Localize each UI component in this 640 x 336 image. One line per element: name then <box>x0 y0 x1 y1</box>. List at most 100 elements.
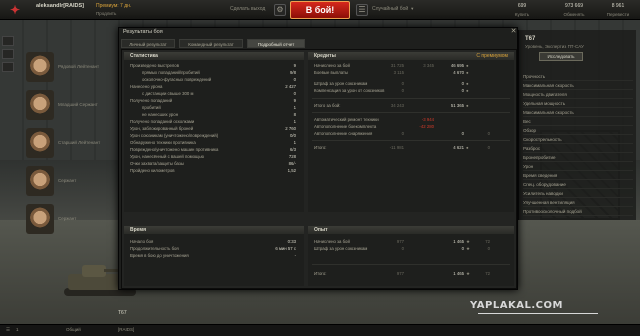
time-panel: Время Начало боя 0:33 Продолжительность б… <box>124 226 304 286</box>
time-label: Время в бою до уничтожения <box>130 253 189 258</box>
credit-label: Автопополнение боекомплекта <box>314 124 377 129</box>
premium-extend-link[interactable]: Продлить <box>96 11 116 16</box>
stat-value: 9/8 <box>290 70 296 75</box>
stat-row: Пройдено километров 1,52 <box>124 167 304 174</box>
crew-portrait <box>26 90 54 120</box>
characteristic-item: Мощность двигателя <box>523 90 633 99</box>
crew-member[interactable]: Рядовой Лейтенант <box>24 50 108 84</box>
crew-role: Сержант <box>58 216 77 221</box>
credit-coin-icon: ● <box>466 88 469 93</box>
free-xp-resource[interactable]: 8 961 Перевести <box>598 3 638 17</box>
credit-row: Автопополнение снаряжения 0 0 0 <box>308 130 514 137</box>
crew-member[interactable]: Сержант <box>24 202 108 236</box>
stat-label: Произведено выстрелов <box>130 63 179 68</box>
characteristic-item: Противоосколочный подбой <box>523 207 633 216</box>
credit-row: Итого: -11 981 4 621 ● 0 <box>308 144 514 151</box>
research-button[interactable]: Исследовать <box>539 52 583 61</box>
close-icon[interactable]: ✕ <box>509 28 518 36</box>
watermark-underline <box>478 313 598 314</box>
players-count[interactable]: 1 <box>16 327 19 332</box>
stat-value: 2 427 <box>285 84 296 89</box>
stat-row: Получено попаданий 9 <box>124 97 304 104</box>
battle-mode-select[interactable]: Случайный бой ▼ <box>372 6 414 12</box>
time-row: Продолжительность боя 6 мин 57 с <box>124 245 304 252</box>
clan-channel[interactable]: [RAIDS] <box>118 327 134 332</box>
stat-value: 0 <box>293 77 296 82</box>
bottom-bar: ☰ 1 Общий [RAIDS] <box>0 324 640 336</box>
crew-member[interactable]: Старший Лейтенант <box>24 126 108 160</box>
credit-coin-icon: ● <box>466 103 469 108</box>
credit-label: Начислено за бой <box>314 63 350 68</box>
crew-role: Сержант <box>58 178 77 183</box>
gear-icon[interactable]: ⚙ <box>274 4 286 16</box>
free-xp-action[interactable]: Перевести <box>598 12 638 17</box>
time-row: Время в бою до уничтожения - <box>124 252 304 259</box>
battle-mode-label: Случайный бой <box>372 6 409 12</box>
divider <box>312 112 510 113</box>
time-value: 6 мин 57 с <box>275 246 296 251</box>
divider <box>312 264 510 265</box>
time-value: - <box>294 253 296 258</box>
gold-action[interactable]: Купить <box>500 12 544 17</box>
tank-carousel-label[interactable]: T67 <box>118 310 127 316</box>
tab-team[interactable]: Командный результат <box>179 39 243 48</box>
stat-label: Нанесено урона <box>130 84 163 89</box>
stat-value: 1 <box>293 105 296 110</box>
experience-header: Опыт <box>308 226 514 234</box>
exp-label: Начислено за бой <box>314 239 350 244</box>
squad-icon[interactable]: ☰ <box>356 4 368 16</box>
tank-subtitle: Уровень, Экспертиз ПТ-САУ <box>525 44 584 49</box>
credit-premium: 0 <box>461 131 464 136</box>
crew-role: Рядовой Лейтенант <box>58 64 100 69</box>
stat-label: Урон, заблокированный броней <box>130 126 194 131</box>
side-icon[interactable] <box>2 36 14 46</box>
divider <box>312 98 510 99</box>
credits-action[interactable]: Обменять <box>552 12 596 17</box>
characteristic-item: Спец. оборудование <box>523 180 633 189</box>
stat-value: 2 760 <box>285 126 296 131</box>
credit-label: Компенсация за урон от союзников <box>314 88 385 93</box>
experience-panel: Опыт Начислено за бой 977 1 465 ★ 72 Штраф з… <box>308 226 514 286</box>
credit-premium: 46 695 <box>450 63 464 68</box>
credit-label: Боевые выплаты <box>314 70 349 75</box>
credit-base: 31 725 <box>390 63 404 68</box>
side-icon[interactable] <box>2 62 14 72</box>
characteristic-item: Улучшенная вентиляция <box>523 198 633 207</box>
menu-icon[interactable]: ☰ <box>6 327 10 333</box>
crew-member[interactable]: Младший Сержант <box>24 88 108 122</box>
username[interactable]: aleksandlr[RAIDS] <box>36 3 84 9</box>
credits-resource[interactable]: 973 669 Обменять <box>552 3 596 17</box>
gold-resource[interactable]: 699 Купить <box>500 3 544 17</box>
stat-label: пробитий <box>142 105 161 110</box>
stat-value: 0/0 <box>290 133 296 138</box>
crew-member[interactable]: Сержант <box>24 164 108 198</box>
stat-label: Получено попаданий осколками <box>130 119 195 124</box>
credit-row: Автопополнение боекомплекта -42 280 <box>308 123 514 130</box>
stat-label: осколочно-фугасных повреждений <box>142 77 212 82</box>
tab-detailed[interactable]: Подробный отчет <box>247 39 305 48</box>
side-icon[interactable] <box>2 49 14 59</box>
battle-button[interactable]: В бой! <box>290 1 350 19</box>
stat-label: Повреждено/уничтожено машин противника <box>130 147 219 152</box>
watermark-text: YAPLAKAL.COM <box>470 300 563 311</box>
credit-label: Штраф за урон союзникам <box>314 81 368 86</box>
stat-row: Обнаружено техники противника 1 <box>124 139 304 146</box>
tab-personal[interactable]: Личный результат <box>121 39 175 48</box>
exp-label: Штраф за урон союзникам <box>314 246 368 251</box>
credit-coin-icon: ● <box>466 81 469 86</box>
divider <box>312 140 510 141</box>
stat-row: Нанесено урона 2 427 <box>124 83 304 90</box>
time-label: Продолжительность боя <box>130 246 179 251</box>
clan-logo-icon[interactable]: ✦ <box>4 2 26 18</box>
crew-portrait <box>26 204 54 234</box>
stat-label: Урон, нанесённый с вашей помощью <box>130 154 205 159</box>
exit-button[interactable]: Сделать выход <box>230 6 265 12</box>
stat-value: 1 <box>293 140 296 145</box>
exp-premium: 0 <box>461 246 464 251</box>
chat-channel[interactable]: Общий <box>66 327 81 332</box>
characteristic-item: Максимальная скорость <box>523 108 633 117</box>
credit-premium: 4 621 <box>453 145 464 150</box>
crew-portrait <box>26 128 54 158</box>
tank-turret <box>82 265 106 277</box>
characteristic-item: Усилитель наводки <box>523 189 633 198</box>
